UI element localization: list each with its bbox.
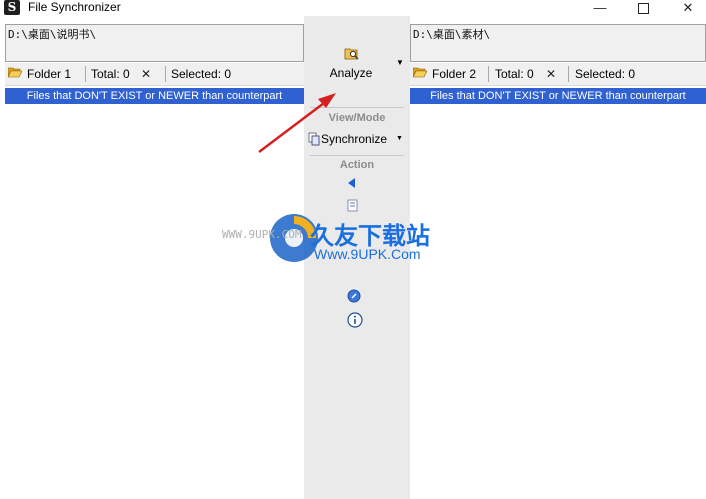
folder1-total: Total: 0 xyxy=(91,67,130,81)
synchronize-icon xyxy=(308,132,320,146)
mode-selector[interactable]: Synchronize xyxy=(321,132,387,146)
maximize-icon xyxy=(637,3,649,14)
separator xyxy=(165,66,166,82)
close-icon: ✕ xyxy=(682,0,694,15)
folder-open-icon[interactable] xyxy=(413,67,427,78)
folder1-path-field[interactable]: D:\桌面\说明书\ xyxy=(5,24,304,62)
view-mode-heading: View/Mode xyxy=(328,112,386,124)
folder2-button[interactable]: Folder 2 xyxy=(432,66,476,82)
separator xyxy=(488,66,489,82)
folder2-file-list[interactable] xyxy=(410,105,706,499)
analyze-button[interactable]: Analyze xyxy=(304,66,398,80)
folder1-file-list[interactable] xyxy=(0,105,305,499)
folder2-path-field[interactable]: D:\桌面\素材\ xyxy=(410,24,706,62)
watermark-url: Www.9UPK.Com xyxy=(314,246,421,262)
copy-left-icon[interactable] xyxy=(347,178,357,188)
minimize-icon: — xyxy=(593,0,607,15)
app-icon[interactable]: S xyxy=(4,0,20,15)
folder1-filter-bar[interactable]: Files that DON'T EXIST or NEWER than cou… xyxy=(5,88,304,104)
close-button[interactable]: ✕ xyxy=(665,0,706,16)
info-icon[interactable] xyxy=(347,312,363,328)
folder2-selected: Selected: 0 xyxy=(575,67,636,81)
folder-open-icon[interactable] xyxy=(8,67,22,78)
separator xyxy=(568,66,569,82)
minimize-button[interactable]: — xyxy=(577,0,623,16)
folder1-selected: Selected: 0 xyxy=(171,67,232,81)
folder1-button[interactable]: Folder 1 xyxy=(27,66,71,82)
edit-icon[interactable] xyxy=(347,199,361,213)
window-title: File Synchronizer xyxy=(28,0,121,14)
divider xyxy=(310,107,404,108)
analyze-icon[interactable] xyxy=(344,47,360,61)
clear-icon[interactable]: ✕ xyxy=(546,66,556,82)
divider xyxy=(310,155,404,156)
maximize-button[interactable] xyxy=(620,0,666,16)
watermark-faint-text: WWW.9UPK.COM xyxy=(222,228,302,241)
mode-dropdown-icon[interactable]: ▼ xyxy=(396,135,403,142)
clear-icon[interactable]: ✕ xyxy=(141,66,151,82)
action-heading: Action xyxy=(339,159,375,171)
folder2-filter-bar[interactable]: Files that DON'T EXIST or NEWER than cou… xyxy=(410,88,706,104)
folder2-total: Total: 0 xyxy=(495,67,534,81)
folder1-info-row: Folder 1 Total: 0 ✕ Selected: 0 xyxy=(5,63,304,86)
analyze-dropdown-icon[interactable]: ▼ xyxy=(396,58,404,67)
watermark: WWW.9UPK.COM 久友下载站 Www.9UPK.Com xyxy=(222,212,462,290)
help-icon[interactable] xyxy=(347,289,361,303)
folder2-info-row: Folder 2 Total: 0 ✕ Selected: 0 xyxy=(410,63,706,86)
separator xyxy=(85,66,86,82)
